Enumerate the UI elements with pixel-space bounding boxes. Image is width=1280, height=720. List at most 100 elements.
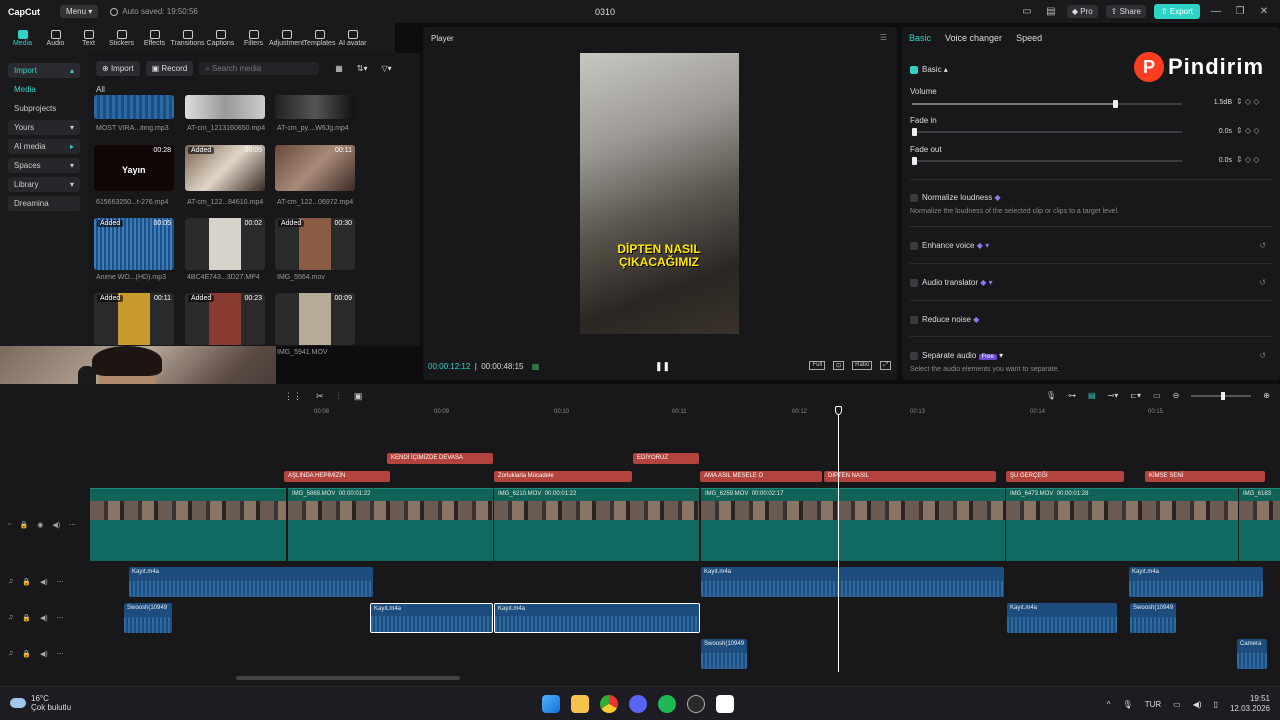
fade-out-knob[interactable]: [912, 157, 917, 165]
text-clip[interactable]: AMA ASIL MESELE O: [700, 471, 822, 482]
minimize-icon[interactable]: —: [1208, 6, 1224, 17]
audio-clip[interactable]: Swoosh(10949: [1130, 603, 1176, 633]
media-thumb[interactable]: Added 00:05: [94, 218, 174, 270]
checkbox[interactable]: [910, 65, 918, 74]
record-button[interactable]: ▣ Record: [145, 61, 194, 76]
tool-templates[interactable]: Templates: [303, 23, 336, 53]
translator-row[interactable]: Audio translator ◆ ▾: [910, 278, 993, 287]
tool-filters[interactable]: Filters: [237, 23, 270, 53]
audio-track-icon[interactable]: ♫: [8, 578, 13, 586]
volume-icon[interactable]: ◀): [1193, 700, 1202, 709]
nav-media[interactable]: Media: [8, 82, 80, 97]
nav-library[interactable]: Library ▾: [8, 177, 80, 192]
reduce-noise-row[interactable]: Reduce noise ◆: [910, 315, 979, 324]
volume-knob[interactable]: [1112, 100, 1118, 108]
audio-clip-selected[interactable]: Kayıt.m4a: [370, 603, 493, 633]
stepper-icon[interactable]: ⇕ ◇ ◇: [1236, 155, 1259, 164]
clock[interactable]: 19:51 12.03.2026: [1230, 694, 1270, 714]
player-video[interactable]: DİPTEN NASIL ÇIKACAĞIMIZ: [580, 53, 739, 334]
tab-basic[interactable]: Basic: [909, 33, 931, 43]
tab-speed[interactable]: Speed: [1016, 33, 1042, 43]
more-icon[interactable]: ⋯: [57, 578, 64, 586]
windows-start-icon[interactable]: [542, 695, 560, 713]
filter-icon[interactable]: ▽▾: [381, 64, 391, 73]
shortcuts-icon[interactable]: ▤: [1043, 6, 1059, 17]
lock-icon[interactable]: 🔒: [22, 614, 31, 622]
weather-widget[interactable]: 16°C Çok bulutlu: [10, 694, 71, 712]
file-explorer-icon[interactable]: [571, 695, 589, 713]
tool-captions[interactable]: Captions: [204, 23, 237, 53]
mic-icon[interactable]: 🎙: [1046, 391, 1056, 400]
video-clip[interactable]: IMG_6183: [1239, 488, 1280, 561]
media-thumb[interactable]: Added 00:23: [185, 293, 265, 345]
video-clip[interactable]: IMG_6210.MOV 00:00:01:22: [494, 488, 699, 561]
zoom-slider[interactable]: [1191, 391, 1252, 400]
media-thumb[interactable]: Added 00:11: [94, 293, 174, 345]
text-clip[interactable]: DİPTEN NASIL: [824, 471, 996, 482]
tool-stickers[interactable]: Stickers: [105, 23, 138, 53]
capcut-icon[interactable]: [716, 695, 734, 713]
import-button[interactable]: ⊕ Import: [96, 61, 140, 76]
media-thumb[interactable]: 00:11: [275, 145, 355, 191]
lock-icon[interactable]: 🔒: [22, 650, 31, 658]
player-menu-icon[interactable]: ☰: [880, 33, 887, 42]
maximize-icon[interactable]: ❐: [1232, 6, 1248, 17]
text-clip[interactable]: EDİYORUZ: [633, 453, 699, 464]
playhead-line[interactable]: [838, 406, 839, 672]
media-thumb[interactable]: 00:02: [185, 218, 265, 270]
checkbox[interactable]: [910, 278, 918, 287]
zoom-out-icon[interactable]: ⊖: [1173, 391, 1180, 400]
fade-in-knob[interactable]: [912, 128, 917, 136]
tool-media[interactable]: Media: [6, 23, 39, 53]
more-icon[interactable]: ⋯: [57, 650, 64, 658]
audio-clip[interactable]: Kayıt.m4a: [701, 567, 1004, 597]
checkbox[interactable]: [910, 315, 918, 324]
media-thumb[interactable]: [185, 95, 265, 119]
separate-audio-row[interactable]: Separate audio Free ▾: [910, 351, 1003, 360]
grid-view-icon[interactable]: ▦: [335, 64, 343, 73]
select-tool-icon[interactable]: ⋮⋮: [284, 391, 302, 402]
video-clip[interactable]: IMG_6259.MOV 00:00:02:17: [701, 488, 1005, 561]
media-thumb[interactable]: [275, 95, 355, 119]
export-button[interactable]: ⇧ Export: [1153, 4, 1200, 19]
layout-icon[interactable]: ▭: [1019, 6, 1035, 17]
fade-in-value[interactable]: 0.0s: [1192, 128, 1232, 135]
search-input[interactable]: ⌕ Search media: [199, 62, 320, 75]
more-icon[interactable]: ⋯: [57, 614, 64, 622]
share-button[interactable]: ⇪ Share: [1105, 5, 1146, 18]
speaker-icon[interactable]: ◀): [40, 578, 48, 586]
nav-spaces[interactable]: Spaces ▾: [8, 158, 80, 173]
text-clip[interactable]: Zorluklarla Mücadele: [494, 471, 632, 482]
volume-slider[interactable]: [912, 100, 1182, 108]
media-thumb[interactable]: [94, 95, 174, 119]
media-thumb[interactable]: Added 00:05: [185, 145, 265, 191]
audio-clip[interactable]: Swoosh(10949: [701, 639, 747, 669]
media-thumb[interactable]: Added 00:30: [275, 218, 355, 270]
video-clip[interactable]: IMG_5869.MOV 00:00:01:22: [288, 488, 493, 561]
full-button[interactable]: Full: [809, 361, 826, 370]
nav-ai-media[interactable]: AI media ▸: [8, 139, 80, 154]
speaker-icon[interactable]: ◀): [40, 650, 48, 658]
zoom-in-icon[interactable]: ⊕: [1263, 391, 1270, 400]
language-indicator[interactable]: TUR: [1145, 700, 1161, 709]
text-clip[interactable]: ŞU GERÇEĞİ: [1006, 471, 1124, 482]
ratio-button[interactable]: Ratio: [852, 361, 873, 370]
fade-out-value[interactable]: 0.0s: [1192, 157, 1232, 164]
tool-text[interactable]: Text: [72, 23, 105, 53]
timeline-scrollbar[interactable]: [236, 676, 460, 680]
text-clip[interactable]: KENDİ İÇİMİZDE DEVASA: [387, 453, 493, 464]
pause-button[interactable]: ❚❚: [655, 361, 670, 372]
lock-icon[interactable]: 🔒: [19, 521, 28, 529]
media-thumb[interactable]: 00:28 Yayın: [94, 145, 174, 191]
obs-icon[interactable]: [687, 695, 705, 713]
speaker-icon[interactable]: ◀): [52, 521, 60, 529]
audio-split-icon[interactable]: ⫶: [338, 391, 340, 402]
mic-icon[interactable]: 🎙: [1123, 700, 1133, 709]
audio-track-icon[interactable]: ♫: [8, 650, 13, 658]
tool-audio[interactable]: Audio: [39, 23, 72, 53]
video-clip[interactable]: [90, 488, 286, 561]
tool-transitions[interactable]: Transitions: [171, 23, 205, 53]
nav-import[interactable]: Import ▴: [8, 63, 80, 78]
snap-icon[interactable]: ⊏▾: [1130, 391, 1141, 400]
checkbox[interactable]: [910, 351, 918, 360]
